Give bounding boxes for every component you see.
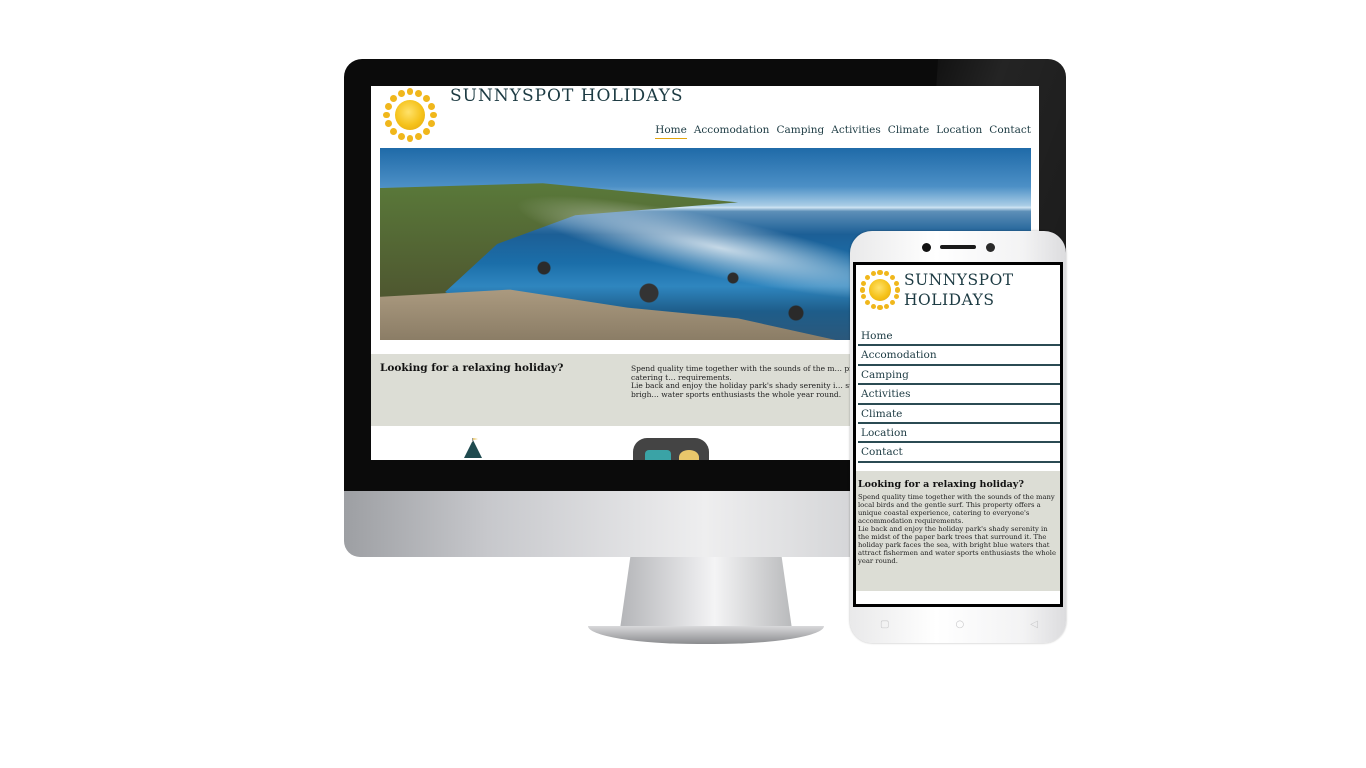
nav-item-home[interactable]: Home — [655, 124, 687, 139]
sun-ray — [859, 287, 866, 293]
mobile-nav-camping[interactable]: Camping — [858, 366, 1060, 386]
intro-heading: Looking for a relaxing holiday? — [858, 479, 1024, 490]
sun-ray — [406, 134, 414, 142]
sun-ray — [893, 294, 899, 300]
mobile-nav-contact[interactable]: Contact — [858, 443, 1060, 463]
nav-item-contact[interactable]: Contact — [989, 124, 1031, 139]
sun-ray — [427, 120, 435, 128]
intro-paragraph: Spend quality time together with the sou… — [858, 493, 1055, 525]
mobile-intro-section: Looking for a relaxing holiday? Spend qu… — [856, 471, 1060, 591]
mobile-nav-accomodation[interactable]: Accomodation — [858, 346, 1060, 366]
circle-icon[interactable]: ○ — [956, 619, 965, 630]
sun-ray — [422, 95, 430, 103]
mobile-nav-climate[interactable]: Climate — [858, 405, 1060, 424]
mobile-page: SUNNYSPOT HOLIDAYS Home Accomodation Cam… — [856, 265, 1060, 604]
sun-core — [394, 99, 426, 131]
main-nav: Home Accomodation Camping Activities Cli… — [655, 124, 1031, 139]
mobile-nav-location[interactable]: Location — [858, 424, 1060, 444]
back-triangle-icon[interactable]: ◁ — [1030, 619, 1038, 630]
sun-icon[interactable] — [381, 86, 449, 144]
sun-ray — [427, 102, 435, 110]
sun-ray — [422, 127, 430, 135]
nav-item-accomodation[interactable]: Accomodation — [694, 124, 770, 139]
caravan-icon — [633, 438, 709, 460]
mobile-nav-activities[interactable]: Activities — [858, 385, 1060, 405]
intro-heading: Looking for a relaxing holiday? — [380, 362, 564, 374]
mobile-nav: Home Accomodation Camping Activities Cli… — [858, 327, 1060, 463]
sun-ray — [390, 95, 398, 103]
nav-item-camping[interactable]: Camping — [776, 124, 824, 139]
monitor-stand-base — [588, 626, 824, 644]
phone-screen: SUNNYSPOT HOLIDAYS Home Accomodation Cam… — [853, 262, 1063, 607]
sun-ray — [429, 111, 437, 119]
mobile-nav-home[interactable]: Home — [858, 327, 1060, 347]
sun-ray — [889, 299, 896, 306]
sun-ray — [877, 304, 883, 311]
nav-item-location[interactable]: Location — [936, 124, 982, 139]
sun-ray — [864, 299, 871, 306]
sun-ray — [894, 287, 901, 293]
sun-ray — [889, 274, 896, 281]
square-icon[interactable]: ▢ — [880, 619, 889, 630]
sun-ray — [385, 102, 393, 110]
sun-ray — [861, 280, 867, 286]
sun-ray — [893, 280, 899, 286]
sun-ray — [877, 269, 883, 276]
sun-ray — [870, 271, 876, 277]
tree-icon — [464, 438, 482, 458]
nav-item-climate[interactable]: Climate — [888, 124, 929, 139]
sun-ray — [870, 303, 876, 309]
sun-ray — [884, 303, 890, 309]
sun-ray — [415, 90, 423, 98]
sun-ray — [385, 120, 393, 128]
intro-paragraph: Lie back and enjoy the holiday park's sh… — [858, 525, 1056, 565]
nav-item-activities[interactable]: Activities — [831, 124, 881, 139]
sun-ray — [861, 294, 867, 300]
sensor-icon — [986, 243, 995, 252]
mobile-site-title[interactable]: SUNNYSPOT HOLIDAYS — [904, 270, 1054, 310]
sun-ray — [397, 90, 405, 98]
sun-ray — [383, 111, 391, 119]
monitor-stand-neck — [620, 557, 792, 629]
sun-ray — [864, 274, 871, 281]
sun-core — [868, 278, 892, 302]
sun-ray — [390, 127, 398, 135]
intro-text: Spend quality time together with the sou… — [858, 493, 1058, 565]
sun-ray — [884, 271, 890, 277]
sun-icon[interactable] — [858, 268, 904, 312]
sun-ray — [406, 88, 414, 96]
title-line: HOLIDAYS — [904, 291, 995, 309]
site-title[interactable]: SUNNYSPOT HOLIDAYS — [450, 86, 684, 106]
phone-nav-bar: ▢ ○ ◁ — [880, 614, 1038, 634]
caravan-window — [645, 450, 671, 460]
sun-ray — [397, 132, 405, 140]
sun-ray — [415, 132, 423, 140]
title-line: SUNNYSPOT — [904, 271, 1014, 289]
caravan-window — [679, 450, 699, 460]
camera-icon — [922, 243, 931, 252]
speaker-icon — [940, 245, 976, 249]
